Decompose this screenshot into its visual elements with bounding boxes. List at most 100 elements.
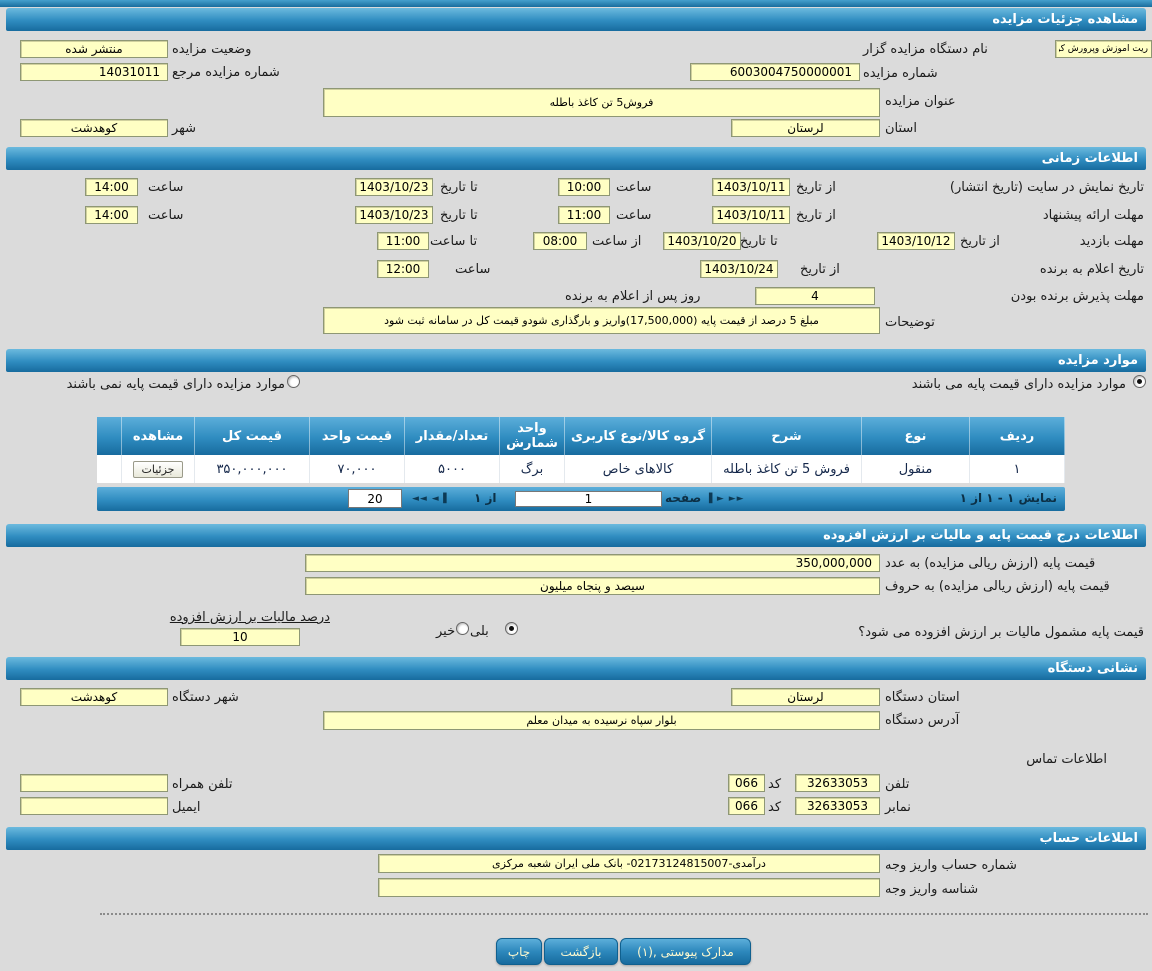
vat-yes-radio[interactable] bbox=[505, 622, 518, 635]
cell-spacer bbox=[96, 455, 122, 483]
page-size-select[interactable] bbox=[348, 489, 402, 508]
offer-to-date-field[interactable] bbox=[355, 206, 433, 224]
page-of-label: از ۱ bbox=[474, 491, 497, 505]
publish-from-hour-label: ساعت bbox=[616, 180, 652, 195]
offer-from-hour-label: ساعت bbox=[616, 208, 652, 223]
visit-from-date-field[interactable] bbox=[877, 232, 955, 250]
visit-to-date-field[interactable] bbox=[663, 232, 741, 250]
cell-row-number: ۱ bbox=[969, 455, 1065, 483]
offer-from-hour-field[interactable] bbox=[558, 206, 610, 224]
email-label: ایمیل bbox=[172, 800, 201, 815]
auction-number-field[interactable] bbox=[690, 63, 860, 81]
announce-hour-field[interactable] bbox=[377, 260, 429, 278]
cell-unit-price: ۷۰,۰۰۰ bbox=[309, 455, 405, 483]
attached-docs-button[interactable]: مدارک پیوستی ,(۱) bbox=[620, 938, 751, 965]
print-button[interactable]: چاپ bbox=[496, 938, 542, 965]
publish-from-date-field[interactable] bbox=[712, 178, 790, 196]
page-title: مشاهده جزئیات مزایده bbox=[992, 12, 1138, 27]
col-description: شرح bbox=[711, 417, 862, 455]
cell-count-unit: برگ bbox=[499, 455, 565, 483]
base-price-number-field[interactable] bbox=[305, 554, 880, 572]
section-header-time-info: اطلاعات زمانی bbox=[6, 147, 1146, 170]
col-unit-price: قیمت واحد bbox=[309, 417, 405, 455]
winner-accept-suffix-label: روز پس از اعلام به برنده bbox=[565, 289, 701, 304]
description-field[interactable] bbox=[323, 307, 880, 334]
fax-code-label: کد bbox=[768, 800, 782, 815]
ref-number-field[interactable] bbox=[20, 63, 168, 81]
fax-field[interactable] bbox=[795, 797, 880, 815]
mobile-field[interactable] bbox=[20, 774, 168, 792]
org-city-field[interactable] bbox=[20, 688, 168, 706]
org-address-label: آدرس دستگاه bbox=[885, 713, 960, 728]
price-vat-title: اطلاعات درج قیمت پایه و مالیات بر ارزش ا… bbox=[823, 528, 1138, 543]
ref-number-label: شماره مزایده مرجع bbox=[172, 65, 280, 80]
vat-percent-field[interactable] bbox=[180, 628, 300, 646]
base-price-words-field[interactable] bbox=[305, 577, 880, 595]
deposit-account-label: شماره حساب واریز وجه bbox=[885, 858, 1017, 873]
base-price-number-label: قیمت پایه (ارزش ریالی مزایده) به عدد bbox=[885, 556, 1096, 571]
auction-number-label: شماره مزایده bbox=[863, 66, 938, 81]
province-field[interactable] bbox=[731, 119, 880, 137]
page-number-input[interactable] bbox=[515, 491, 662, 507]
visit-from-hour-label: از ساعت bbox=[592, 234, 642, 249]
separator-dotted-line bbox=[100, 913, 1148, 915]
offer-from-date-field[interactable] bbox=[712, 206, 790, 224]
details-button[interactable]: جزئیات bbox=[132, 460, 184, 478]
address-title: نشانی دستگاه bbox=[1047, 661, 1138, 676]
org-name-field[interactable] bbox=[1055, 40, 1152, 58]
back-button[interactable]: بازگشت bbox=[544, 938, 618, 965]
table-row: ۱ منقول فروش 5 تن کاغذ باطله کالاهای خاص… bbox=[96, 455, 1065, 483]
vat-question-label: قیمت پایه مشمول مالیات بر ارزش افزوده می… bbox=[858, 625, 1144, 640]
phone-code-field[interactable] bbox=[728, 774, 765, 792]
phone-field[interactable] bbox=[795, 774, 880, 792]
section-header-address: نشانی دستگاه bbox=[6, 657, 1146, 680]
city-field[interactable] bbox=[20, 119, 168, 137]
section-header-price-vat: اطلاعات درج قیمت پایه و مالیات بر ارزش ا… bbox=[6, 524, 1146, 547]
section-header-items: موارد مزایده bbox=[6, 349, 1146, 372]
winner-accept-label: مهلت پذیرش برنده بودن bbox=[1010, 289, 1144, 304]
announce-from-date-field[interactable] bbox=[700, 260, 778, 278]
auction-title-label: عنوان مزایده bbox=[885, 94, 956, 109]
publish-from-hour-field[interactable] bbox=[558, 178, 610, 196]
col-type: نوع bbox=[861, 417, 970, 455]
vat-no-radio[interactable] bbox=[456, 622, 469, 635]
section-header-view-details: مشاهده جزئیات مزایده bbox=[6, 8, 1146, 31]
next-last-page-icon[interactable]: ►► ►▌ bbox=[709, 494, 745, 504]
items-table-header-row: ردیف نوع شرح گروه کالا/نوع کاربری واحد ش… bbox=[96, 417, 1065, 455]
auction-details-page: مشاهده جزئیات مزایده نام دستگاه مزایده گ… bbox=[0, 0, 1152, 971]
phone-code-label: کد bbox=[768, 777, 782, 792]
auction-title-field[interactable] bbox=[323, 88, 880, 117]
publish-from-date-label: از تاریخ bbox=[796, 180, 836, 195]
status-label: وضعیت مزایده bbox=[172, 42, 252, 57]
visit-from-hour-field[interactable] bbox=[533, 232, 587, 250]
no-base-price-radio[interactable] bbox=[287, 375, 300, 388]
first-prev-page-icon[interactable]: ▐◄ ◄◄ bbox=[412, 494, 448, 504]
org-province-field[interactable] bbox=[731, 688, 880, 706]
deposit-id-label: شناسه واریز وجه bbox=[885, 882, 979, 897]
publish-date-label: تاریخ نمایش در سایت (تاریخ انتشار) bbox=[949, 180, 1144, 195]
time-info-title: اطلاعات زمانی bbox=[1041, 151, 1138, 166]
visit-to-hour-field[interactable] bbox=[377, 232, 429, 250]
publish-to-hour-label: ساعت bbox=[148, 180, 184, 195]
has-base-price-radio[interactable] bbox=[1133, 375, 1146, 388]
fax-code-field[interactable] bbox=[728, 797, 765, 815]
winner-accept-days-field[interactable] bbox=[755, 287, 875, 305]
section-header-account: اطلاعات حساب bbox=[6, 827, 1146, 850]
table-pagination-bar: نمایش ۱ - ۱ از ۱ ►► ►▌ صفحه از ۱ ▐◄ ◄◄ bbox=[97, 487, 1065, 511]
pagination-summary: نمایش ۱ - ۱ از ۱ bbox=[959, 491, 1057, 505]
org-address-field[interactable] bbox=[323, 711, 880, 730]
page-word-label: صفحه bbox=[665, 491, 702, 505]
base-price-words-label: قیمت پایه (ارزش ریالی مزایده) به حروف bbox=[885, 579, 1110, 594]
email-field[interactable] bbox=[20, 797, 168, 815]
publish-to-date-field[interactable] bbox=[355, 178, 433, 196]
org-name-label: نام دستگاه مزایده گزار bbox=[863, 42, 988, 57]
deposit-id-field[interactable] bbox=[378, 878, 880, 897]
cell-quantity: ۵۰۰۰ bbox=[404, 455, 500, 483]
publish-to-hour-field[interactable] bbox=[85, 178, 138, 196]
offer-to-hour-field[interactable] bbox=[85, 206, 138, 224]
deposit-account-field[interactable] bbox=[378, 854, 880, 873]
org-city-label: شهر دستگاه bbox=[172, 690, 239, 705]
visit-from-date-label: از تاریخ bbox=[960, 234, 1000, 249]
status-field[interactable] bbox=[20, 40, 168, 58]
col-spacer bbox=[96, 417, 122, 455]
